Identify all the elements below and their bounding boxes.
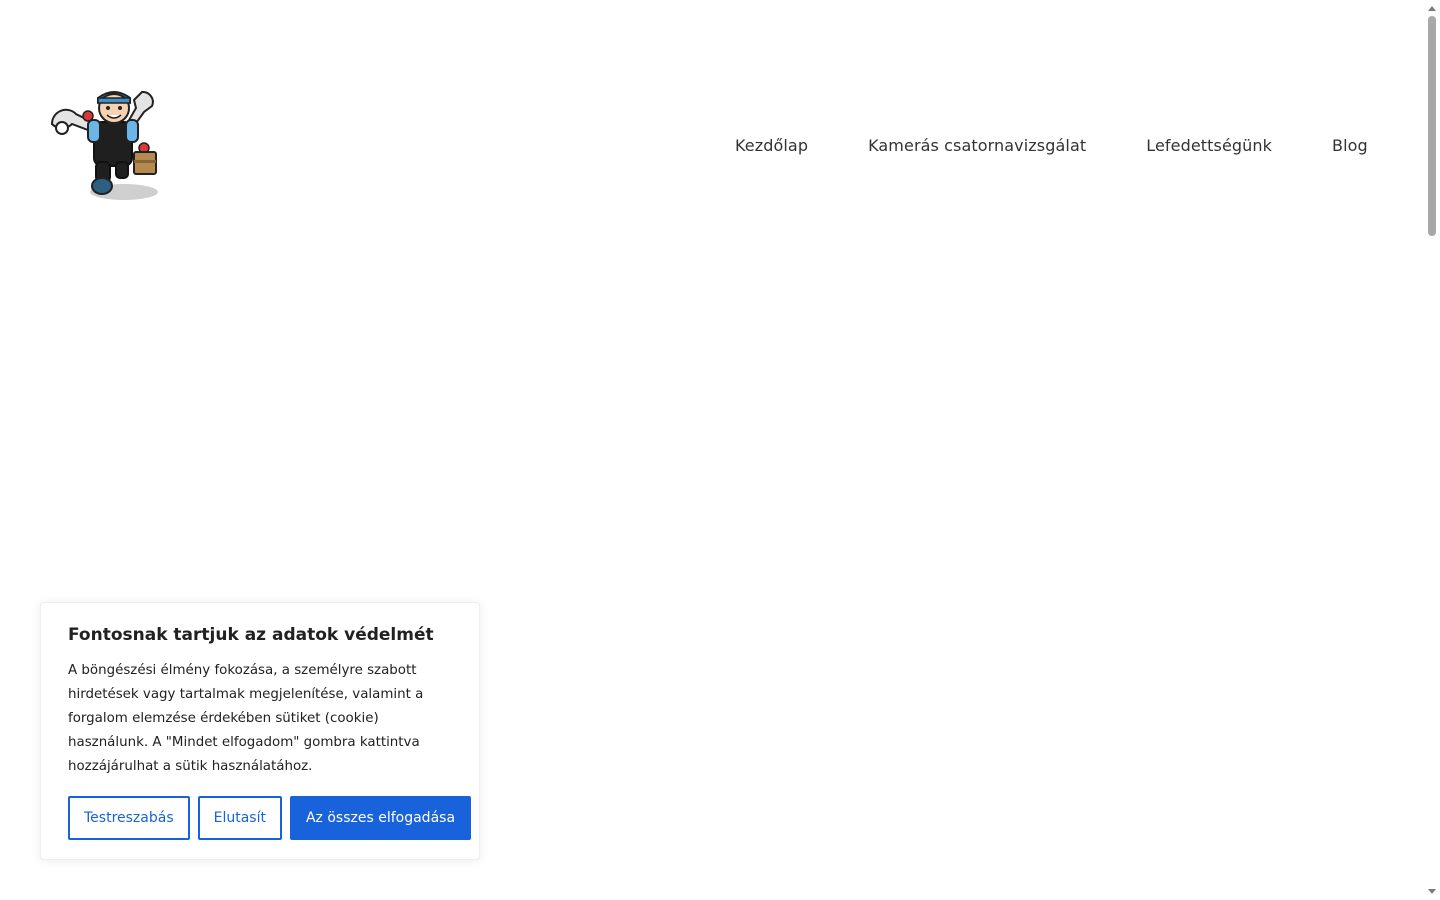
plumber-mascot-icon — [50, 90, 158, 200]
cookie-banner-title: Fontosnak tartjuk az adatok védelmét — [68, 625, 434, 645]
scroll-down-arrow-icon[interactable] — [1428, 889, 1436, 894]
reject-button[interactable]: Elutasít — [197, 796, 282, 840]
nav-link-coverage[interactable]: Lefedettségünk — [1146, 136, 1272, 155]
vertical-scrollbar[interactable] — [1425, 0, 1440, 900]
accept-all-button[interactable]: Az összes elfogadása — [289, 796, 472, 840]
site-logo[interactable] — [48, 86, 162, 204]
scroll-thumb[interactable] — [1428, 16, 1436, 236]
cookie-banner-text: A böngészési élmény fokozása, a személyr… — [68, 663, 424, 774]
nav-link-blog[interactable]: Blog — [1332, 136, 1368, 155]
nav-link-home[interactable]: Kezdőlap — [735, 136, 808, 155]
main-navigation: Kezdőlap Kamerás csatornavizsgálat Lefed… — [735, 136, 1368, 155]
customize-button[interactable]: Testreszabás — [68, 796, 190, 840]
cookie-banner-actions: Testreszabás Elutasít Az összes elfogadá… — [68, 796, 472, 840]
scroll-up-arrow-icon[interactable] — [1428, 6, 1436, 11]
page: Kezdőlap Kamerás csatornavizsgálat Lefed… — [0, 0, 1440, 900]
nav-link-camera-inspection[interactable]: Kamerás csatornavizsgálat — [868, 136, 1086, 155]
cookie-consent-banner: Fontosnak tartjuk az adatok védelmét A b… — [40, 602, 480, 860]
